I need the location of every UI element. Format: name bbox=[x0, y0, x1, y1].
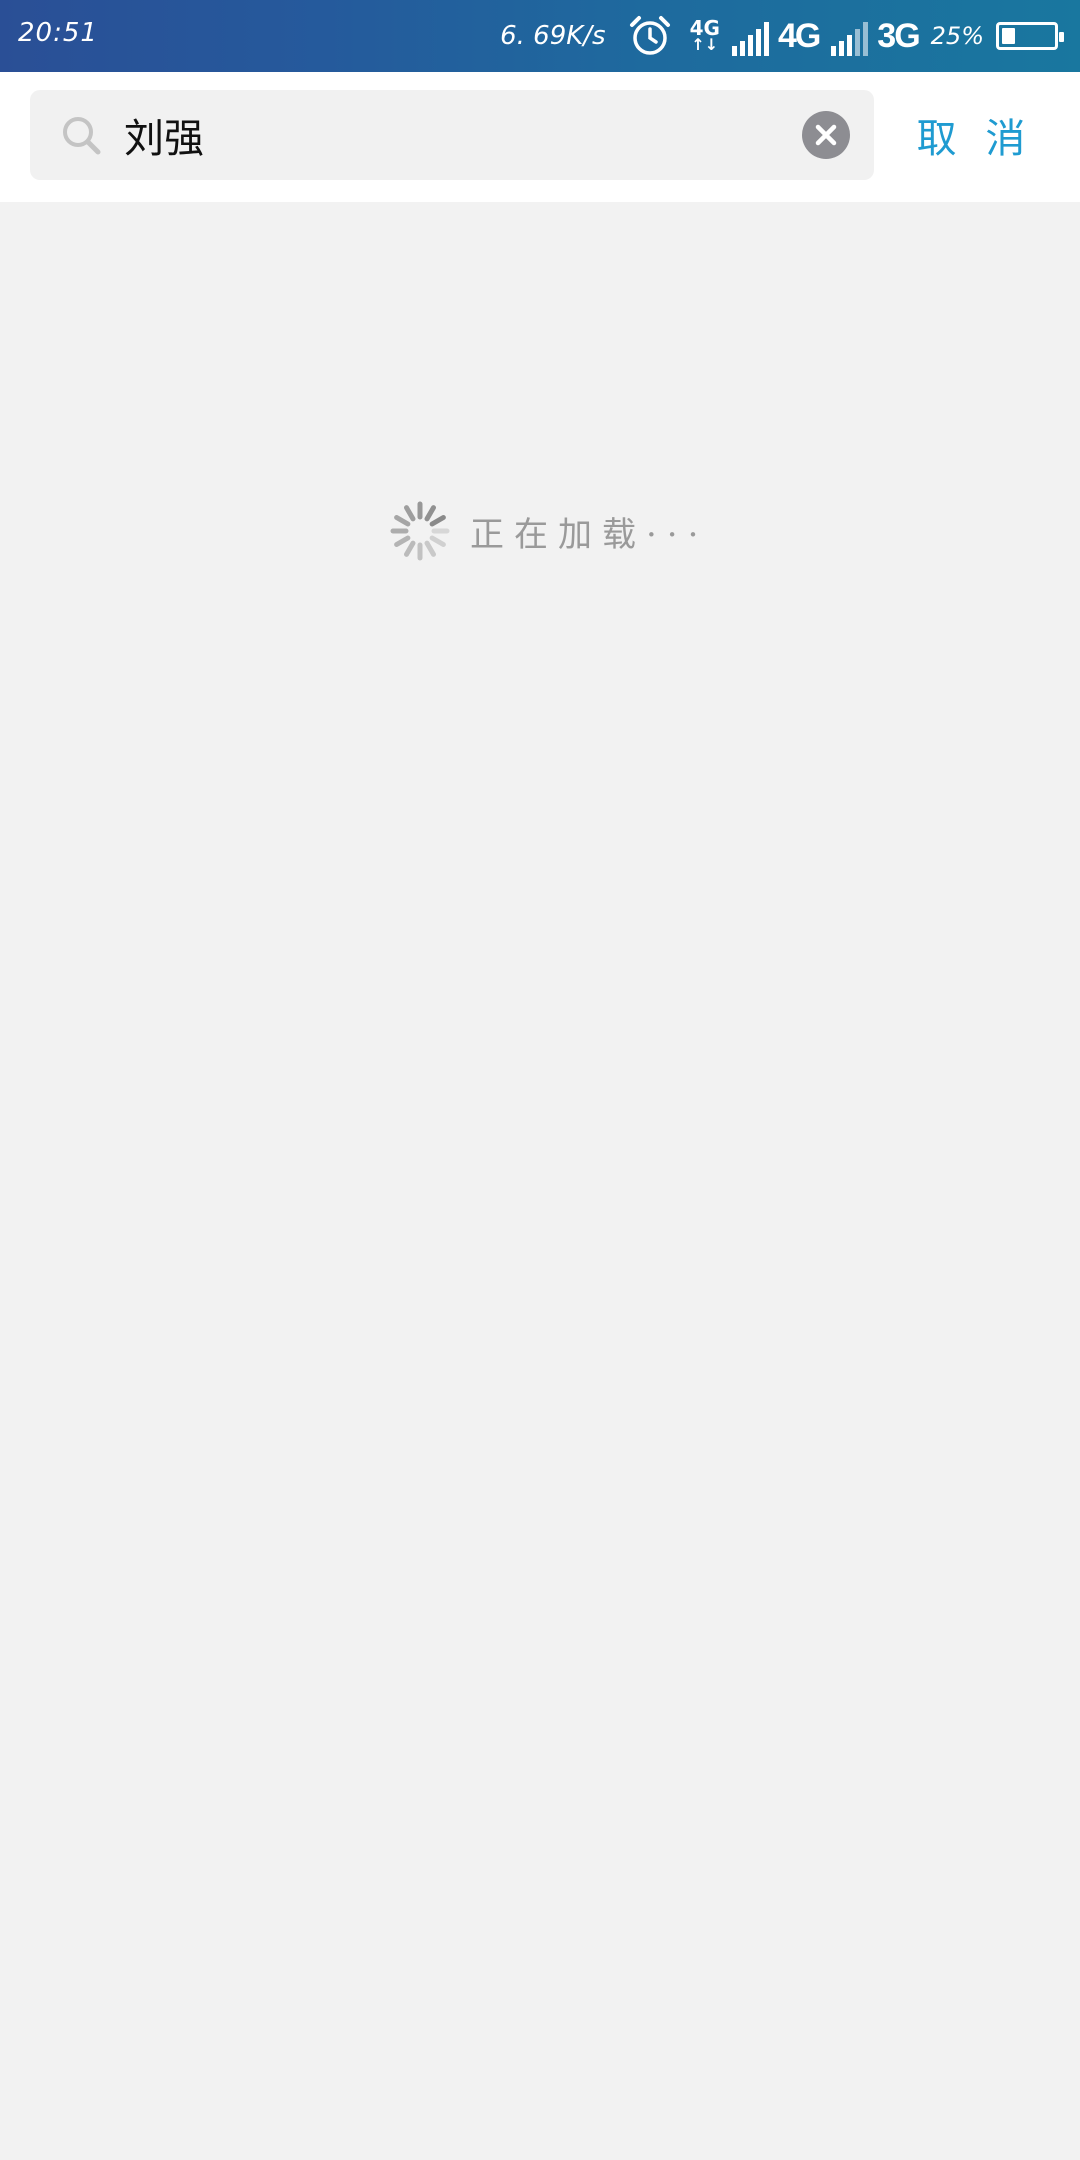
battery-fill bbox=[1002, 28, 1015, 44]
search-header: 取 消 bbox=[0, 72, 1080, 202]
status-time: 20:51 bbox=[18, 18, 98, 48]
search-input[interactable] bbox=[124, 90, 804, 180]
sim1-network-label: 4G bbox=[777, 16, 821, 55]
sim1-signal: 4G bbox=[731, 16, 821, 56]
loading-text: 正在加载··· bbox=[470, 514, 709, 555]
battery-icon bbox=[996, 22, 1064, 50]
sim2-signal: 3G bbox=[831, 16, 921, 56]
search-box[interactable] bbox=[30, 90, 874, 180]
loading-spinner-icon bbox=[390, 501, 450, 561]
status-bar: 20:51 6. 69K/s 4G ↑↓ 4G 3G 25% bbox=[0, 0, 1080, 72]
network-type: 4G ↑↓ bbox=[690, 18, 720, 54]
battery-percent: 25% bbox=[930, 22, 984, 50]
network-speed: 6. 69K/s bbox=[500, 21, 606, 51]
signal-bars-icon bbox=[731, 20, 774, 56]
search-icon bbox=[60, 114, 104, 162]
sim2-network-label: 3G bbox=[877, 16, 920, 55]
status-indicators: 6. 69K/s 4G ↑↓ 4G 3G 25% bbox=[500, 0, 1064, 72]
cancel-button[interactable]: 取 消 bbox=[880, 90, 1070, 180]
clear-icon[interactable] bbox=[802, 111, 850, 159]
loading-indicator: 正在加载··· bbox=[390, 500, 708, 562]
network-arrows: ↑↓ bbox=[691, 35, 719, 54]
alarm-clock-icon bbox=[628, 14, 672, 58]
signal-bars-icon bbox=[831, 20, 873, 56]
